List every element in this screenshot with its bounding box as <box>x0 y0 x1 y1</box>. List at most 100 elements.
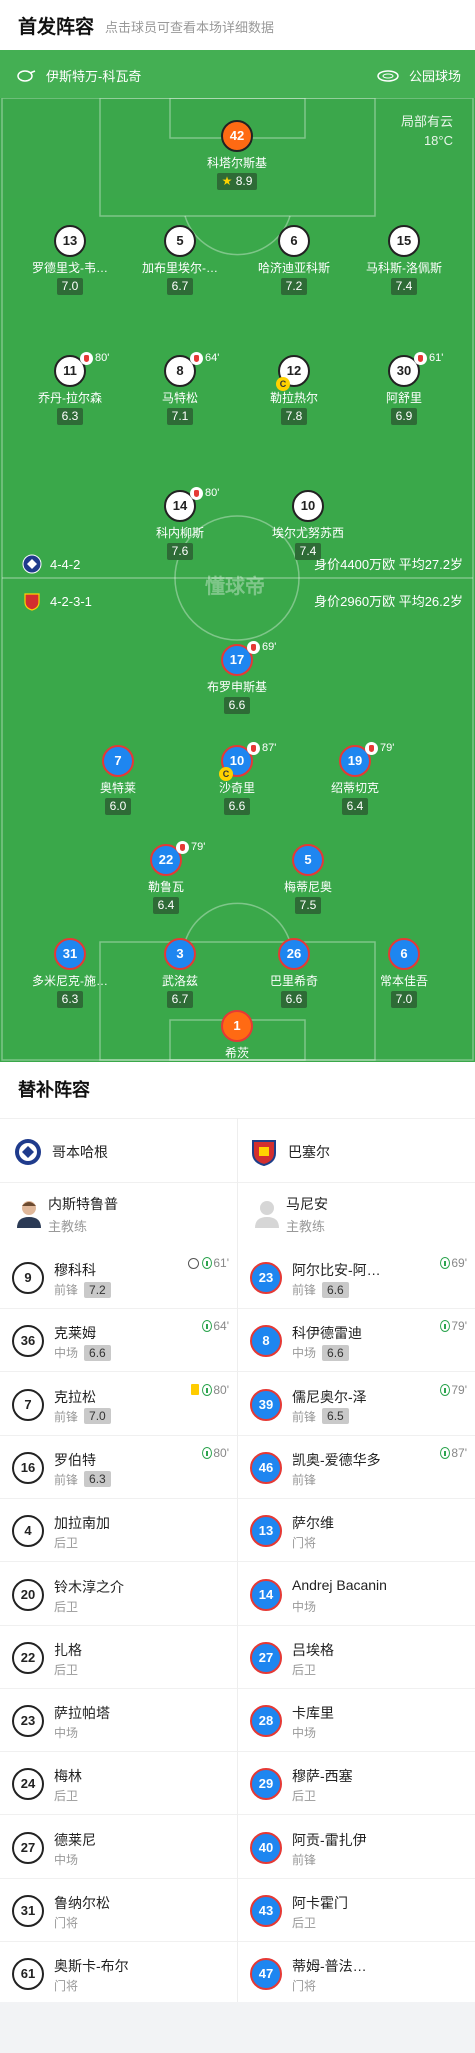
sub-player-row[interactable]: 4 加拉南加 后卫 <box>0 1499 237 1563</box>
sub-player-row[interactable]: 36 克莱姆 中场 6.6 64' <box>0 1309 237 1373</box>
player-number-badge: 42 <box>221 120 253 152</box>
player-rating-value: 6.4 <box>157 898 175 912</box>
sub-player-row[interactable]: 14 Andrej Bacanin 中场 <box>238 1563 475 1626</box>
player-rating-value: 7.4 <box>299 544 317 558</box>
sub-player-row[interactable]: 13 萨尔维 门将 <box>238 1499 475 1563</box>
player-rating-value: 6.4 <box>346 799 364 813</box>
home-player[interactable]: 12 C 勒拉热尔 7.8 <box>234 355 354 425</box>
player-name: 科内柳斯 <box>155 526 204 540</box>
sub-minute: 80' <box>213 1445 229 1460</box>
player-number-badge: 16 <box>12 1451 44 1484</box>
weather-temp: 18°C <box>423 133 453 148</box>
sub-player-row[interactable]: 31 鲁纳尔松 门将 <box>0 1879 237 1942</box>
home-player[interactable]: 30 61' 阿舒里 6.9 <box>344 351 464 425</box>
player-meta: 前锋 7.0 <box>54 1408 111 1425</box>
player-rating-value: 7.4 <box>395 279 413 293</box>
home-player[interactable]: 10 埃尔尤努苏西 7.4 <box>248 490 368 560</box>
away-player[interactable]: 26 巴里希奇 6.6 <box>234 938 354 1008</box>
player-rating: 6.3 <box>56 991 84 1008</box>
sub-event: 80' <box>191 1383 229 1397</box>
player-position: 后卫 <box>292 1662 317 1677</box>
sub-player-row[interactable]: 39 儒尼奥尔-泽 前锋 6.5 79' <box>238 1373 475 1436</box>
sub-event: 79' <box>440 1319 467 1333</box>
sub-player-row[interactable]: 16 罗伯特 前锋 6.3 80' <box>0 1436 237 1499</box>
player-rating: 6.4 <box>341 798 369 815</box>
home-team-header[interactable]: 哥本哈根 <box>14 1122 108 1182</box>
player-name: 鲁纳尔松 <box>54 1895 110 1911</box>
player-meta: 门将 <box>54 1914 78 1931</box>
player-name: Andrej Bacanin <box>292 1576 387 1593</box>
sub-player-row[interactable]: 28 卡库里 中场 <box>238 1689 475 1753</box>
sub-player-row[interactable]: 61 奥斯卡-布尔 门将 <box>0 1942 237 2006</box>
home-player[interactable]: 6 哈济迪亚科斯 7.2 <box>234 225 354 295</box>
home-player[interactable]: 8 64' 马特松 7.1 <box>120 351 240 425</box>
substitution-minute: 87' <box>262 742 277 754</box>
sub-player-row[interactable]: 22 扎格 后卫 <box>0 1626 237 1689</box>
home-player[interactable]: 14 80' 科内柳斯 7.6 <box>120 486 240 560</box>
home-player[interactable]: 11 80' 乔丹-拉尔森 6.3 <box>10 351 130 425</box>
player-number-badge: 47 <box>250 1958 282 1991</box>
sub-player-row[interactable]: 27 吕埃格 后卫 <box>238 1626 475 1689</box>
home-coach-name: 伊斯特万-科瓦奇 <box>46 69 142 84</box>
player-name: 罗伯特 <box>54 1451 96 1468</box>
player-number-badge: 19 79' <box>339 741 394 777</box>
sub-player-row[interactable]: 9 穆科科 前锋 7.2 61' <box>0 1246 237 1309</box>
player-number: 17 <box>229 652 245 667</box>
away-player[interactable]: 5 梅蒂尼奥 7.5 <box>248 844 368 914</box>
sub-player-row[interactable]: 29 穆萨-西塞 后卫 <box>238 1752 475 1816</box>
player-rating-value: 6.7 <box>171 279 189 293</box>
sub-player-row[interactable]: 20 铃木淳之介 后卫 <box>0 1563 237 1626</box>
away-team-header[interactable]: 巴塞尔 <box>250 1122 330 1182</box>
sub-event: 61' <box>188 1256 229 1270</box>
sub-player-row[interactable]: 46 凯奥-爱德华多 前锋 87' <box>238 1436 475 1499</box>
away-player[interactable]: 6 常本佳吾 7.0 <box>344 938 464 1008</box>
away-player[interactable]: 10 87' C 沙奇里 6.6 <box>177 741 297 815</box>
player-position: 前锋 <box>54 1409 79 1424</box>
player-rating: 6.9 <box>390 408 418 425</box>
home-player[interactable]: 15 马科斯-洛佩斯 7.4 <box>344 225 464 295</box>
player-number-badge: 13 <box>250 1515 282 1548</box>
player-name: 科塔尔斯基 <box>206 156 267 170</box>
sub-player-row[interactable]: 7 克拉松 前锋 7.0 80' <box>0 1373 237 1436</box>
sub-player-row[interactable]: 8 科伊德雷迪 中场 6.6 79' <box>238 1309 475 1373</box>
player-rating-value: 6.7 <box>171 992 189 1006</box>
player-name: 武洛兹 <box>161 974 198 988</box>
sub-player-row[interactable]: 43 阿卡霍门 后卫 <box>238 1879 475 1942</box>
player-rating-value: 6.3 <box>61 409 79 423</box>
sub-player-row[interactable]: 24 梅林 后卫 <box>0 1752 237 1816</box>
home-player[interactable]: 42 科塔尔斯基 ★ 8.9 <box>177 120 297 190</box>
player-number: 15 <box>396 233 412 248</box>
away-player[interactable]: 3 武洛兹 6.7 <box>120 938 240 1008</box>
player-position: 中场 <box>54 1346 79 1361</box>
player-number-badge: 6 <box>388 938 420 970</box>
home-coach-card[interactable]: 内斯特鲁普 主教练 <box>6 1182 236 1246</box>
away-player[interactable]: 17 69' 布罗申斯基 6.6 <box>177 640 297 714</box>
sub-player-row[interactable]: 23 阿尔比安-阿… 前锋 6.6 69' <box>238 1246 475 1309</box>
sub-event: 80' <box>202 1446 229 1460</box>
away-player[interactable]: 19 79' 绍蒂切克 6.4 <box>295 741 415 815</box>
home-player[interactable]: 13 罗德里戈-韦… 7.0 <box>10 225 130 295</box>
player-rating: 6.3 <box>84 1471 111 1488</box>
home-player[interactable]: 5 加布里埃尔-… 6.7 <box>120 225 240 295</box>
away-player[interactable]: 7 奥特莱 6.0 <box>58 745 178 815</box>
home-formation: 4-4-2 <box>50 556 81 572</box>
sub-player-row[interactable]: 47 蒂姆-普法… 门将 <box>238 1942 475 2006</box>
player-number-badge: 36 <box>12 1325 44 1358</box>
player-name: 马科斯-洛佩斯 <box>366 261 442 275</box>
away-player[interactable]: 31 多米尼克-施… 6.3 <box>10 938 130 1008</box>
away-coach-card[interactable]: 马尼安 主教练 <box>244 1182 474 1246</box>
away-player[interactable]: 1希茨7.3 <box>177 1010 297 1062</box>
substitution-badge: 87' <box>247 741 276 755</box>
away-team-crest-icon <box>24 593 40 611</box>
player-number: 13 <box>62 233 78 248</box>
player-position: 前锋 <box>292 1409 317 1424</box>
player-meta: 中场 <box>54 1724 78 1741</box>
sub-player-row[interactable]: 23 萨拉帕塔 中场 <box>0 1689 237 1753</box>
sub-player-row[interactable]: 40 阿贡-雷扎伊 前锋 <box>238 1816 475 1879</box>
player-number-badge: 29 <box>250 1768 282 1801</box>
player-position: 后卫 <box>54 1789 79 1804</box>
player-position: 后卫 <box>54 1599 79 1614</box>
sub-player-row[interactable]: 27 德莱尼 中场 <box>0 1816 237 1879</box>
substitution-badge: 79' <box>176 840 205 854</box>
away-player[interactable]: 22 79' 勒鲁瓦 6.4 <box>106 840 226 914</box>
